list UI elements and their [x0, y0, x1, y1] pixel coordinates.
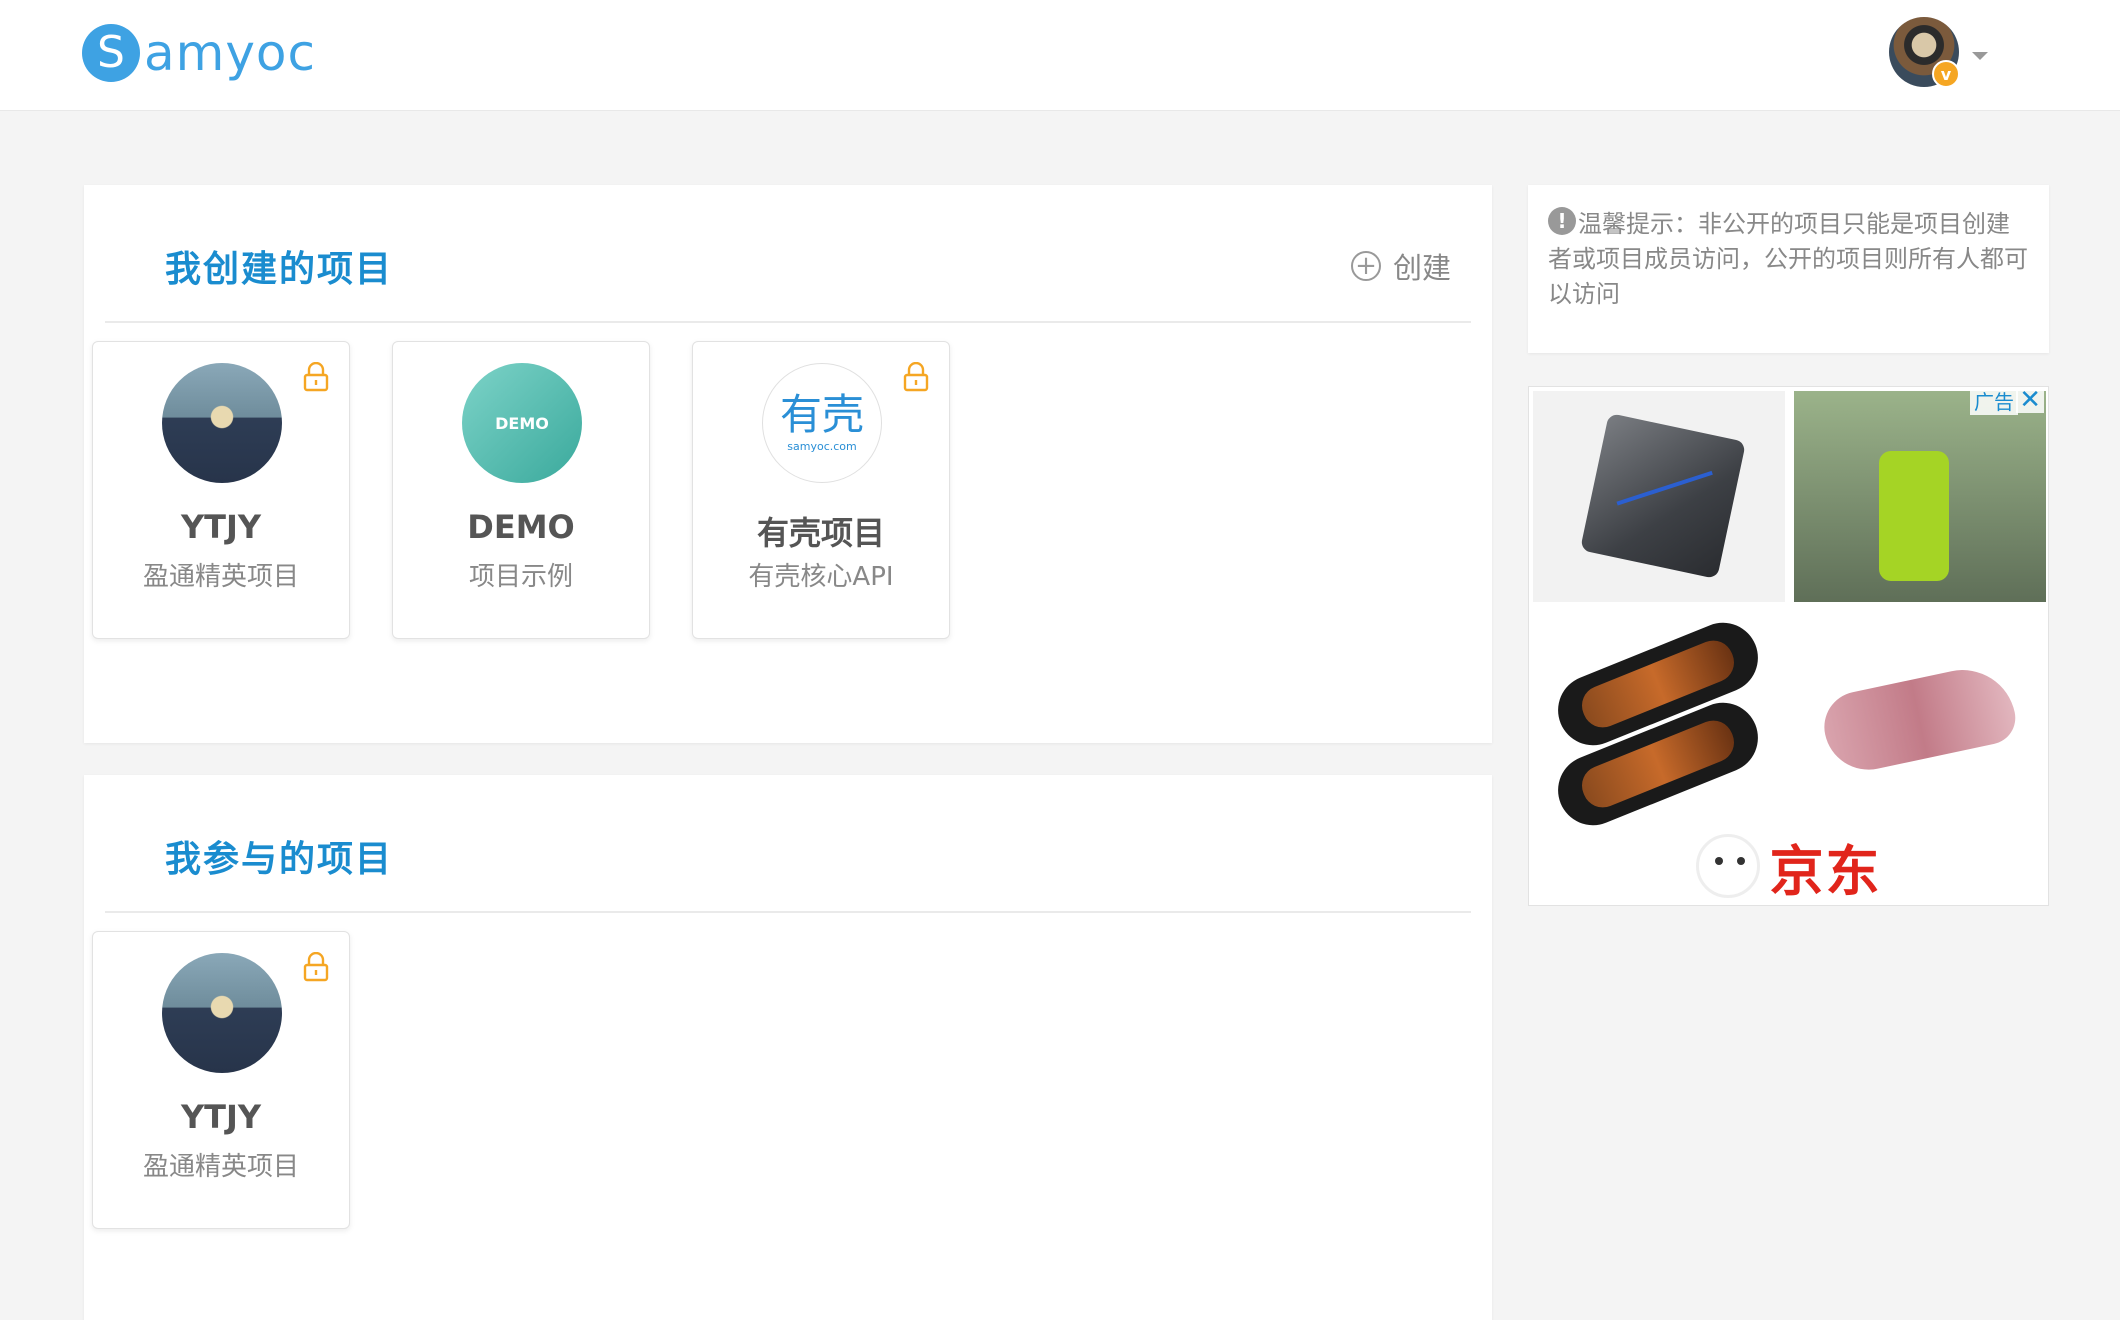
vip-badge-icon: v — [1932, 60, 1960, 88]
exclamation-icon: ! — [1548, 207, 1576, 235]
project-desc: 有壳核心API — [748, 562, 894, 592]
project-cover-image: DEMO — [462, 363, 582, 483]
washer-bottle-shape — [1879, 451, 1949, 581]
project-name: DEMO — [467, 508, 575, 546]
demo-cover-text: DEMO — [495, 413, 549, 433]
created-projects-title: 我创建的项目 — [165, 249, 394, 290]
project-cover-image — [162, 363, 282, 483]
ad-product-washer-image[interactable] — [1794, 391, 2046, 602]
joined-projects-header: 我参与的项目 — [105, 775, 1471, 913]
joined-projects-panel: 我参与的项目 YTJY 盈通精英项目 — [84, 775, 1492, 1320]
lock-icon — [303, 952, 329, 982]
ad-product-lobster-image[interactable] — [1533, 609, 1785, 836]
project-desc: 盈通精英项目 — [142, 1152, 299, 1182]
project-card-demo[interactable]: DEMO DEMO 项目示例 — [392, 341, 650, 639]
ad-label: 广告 — [1970, 389, 2018, 415]
jd-brand-text: 京东 — [1769, 839, 1882, 903]
project-name: 有壳项目 — [756, 514, 885, 552]
tip-text: 温馨提示：非公开的项目只能是项目创建者或项目成员访问，公开的项目则所有人都可以访… — [1548, 210, 2028, 308]
logo-mark: S — [82, 24, 140, 82]
project-name: YTJY — [180, 508, 262, 546]
project-desc: 盈通精英项目 — [142, 562, 299, 592]
project-cover-image: 有壳 samyoc.com — [762, 363, 882, 483]
advertisement[interactable]: 广告 ✕ 京东 — [1528, 386, 2049, 906]
create-project-label: 创建 — [1392, 251, 1451, 285]
user-menu-caret-icon[interactable] — [1972, 52, 1988, 60]
project-desc: 项目示例 — [468, 562, 573, 592]
youke-cover-url: samyoc.com — [787, 439, 857, 453]
project-cover-image — [162, 953, 282, 1073]
plus-circle-icon: + — [1350, 251, 1381, 281]
project-card-ytjy[interactable]: YTJY 盈通精英项目 — [92, 341, 350, 639]
ad-product-speaker-image[interactable] — [1533, 391, 1785, 602]
youke-cover-mark: 有壳 — [779, 389, 864, 439]
speaker-cube-shape — [1579, 412, 1747, 580]
create-project-button[interactable]: + 创建 — [1350, 245, 1451, 287]
lock-icon — [303, 362, 329, 392]
project-card-youke[interactable]: 有壳 samyoc.com 有壳项目 有壳核心API — [692, 341, 950, 639]
jd-dog-logo-icon — [1695, 834, 1760, 898]
lock-icon — [903, 362, 929, 392]
joined-projects-title: 我参与的项目 — [165, 839, 394, 880]
project-card-ytjy-joined[interactable]: YTJY 盈通精英项目 — [92, 931, 350, 1229]
top-navbar: S amyoc v — [0, 0, 2120, 111]
project-name: YTJY — [180, 1098, 262, 1136]
created-projects-panel: 我创建的项目 + 创建 YTJY 盈通精英项目 DEMO DEMO 项目示例 有… — [84, 185, 1492, 743]
meat-shape — [1817, 660, 2021, 778]
close-icon[interactable]: ✕ — [2016, 387, 2044, 413]
tip-box: ! 温馨提示：非公开的项目只能是项目创建者或项目成员访问，公开的项目则所有人都可以… — [1528, 185, 2049, 353]
logo-text: amyoc — [144, 24, 317, 82]
samyoc-logo[interactable]: S amyoc — [82, 22, 316, 84]
created-projects-header: 我创建的项目 + 创建 — [105, 185, 1471, 323]
ad-product-meat-image[interactable] — [1794, 609, 2046, 820]
jd-brand-footer[interactable]: 京东 — [1529, 827, 2048, 905]
